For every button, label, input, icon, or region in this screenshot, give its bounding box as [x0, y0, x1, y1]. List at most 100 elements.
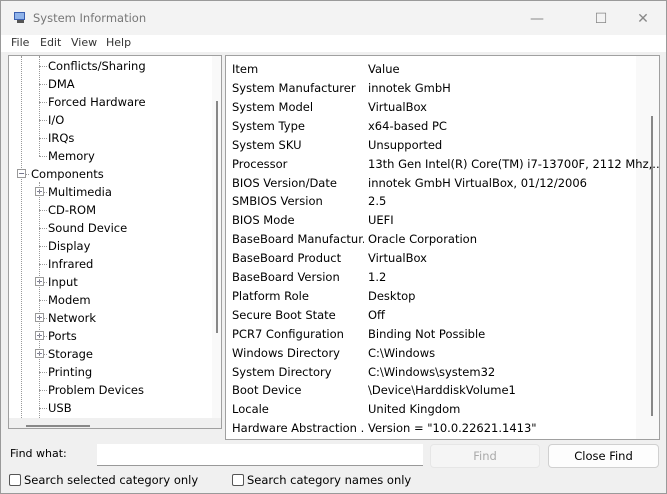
- table-row[interactable]: BIOS Mode UEFI: [226, 211, 636, 230]
- menu-edit[interactable]: Edit: [40, 36, 61, 49]
- tree-item[interactable]: CD-ROM: [48, 201, 96, 219]
- table-row[interactable]: Windows Directory C:\Windows: [226, 344, 636, 363]
- item-cell: Boot Device: [232, 383, 302, 398]
- item-cell: BaseBoard Product: [232, 251, 342, 266]
- item-cell: Locale: [232, 402, 269, 417]
- table-row[interactable]: Hardware Abstraction ... Version = "10.0.…: [226, 419, 636, 438]
- list-vertical-scrollbar[interactable]: [636, 56, 659, 439]
- tree-item[interactable]: Input: [48, 273, 78, 291]
- item-cell: System Manufacturer: [232, 81, 356, 95]
- tree-item[interactable]: Ports: [48, 327, 77, 345]
- value-cell: Version = "10.0.22621.1413": [368, 421, 537, 436]
- find-what-label: Find what:: [10, 447, 67, 460]
- tree-item[interactable]: Infrared: [48, 255, 93, 273]
- table-row[interactable]: System Manufacturer innotek GmbH: [226, 79, 636, 98]
- tree-vertical-scrollbar[interactable]: [212, 56, 221, 418]
- tree-item[interactable]: Problem Devices: [48, 381, 144, 399]
- item-cell: BaseBoard Version: [232, 270, 340, 284]
- value-cell: Binding Not Possible: [368, 326, 486, 341]
- title-bar: System Information — ☐ ✕: [1, 1, 666, 35]
- item-cell: Hardware Abstraction ...: [232, 421, 364, 436]
- table-row[interactable]: Platform Role Desktop: [226, 287, 636, 306]
- tree-item[interactable]: Sound Device: [48, 219, 127, 237]
- checkbox-label: Search selected category only: [24, 473, 199, 487]
- table-row[interactable]: BaseBoard Version 1.2: [226, 268, 636, 287]
- item-cell: BaseBoard Manufactur...: [232, 232, 364, 247]
- item-cell: BIOS Mode: [232, 213, 295, 228]
- tree-item[interactable]: DMA: [48, 75, 75, 93]
- search-category-names-checkbox[interactable]: Search category names only: [232, 473, 411, 488]
- value-cell: C:\Windows: [368, 345, 436, 360]
- value-cell: VirtualBox: [368, 251, 427, 266]
- tree-item[interactable]: IRQs: [48, 129, 74, 147]
- table-row[interactable]: PCR7 Configuration Binding Not Possible: [226, 325, 636, 344]
- tree-item[interactable]: Forced Hardware: [48, 93, 146, 111]
- table-row[interactable]: Locale United Kingdom: [226, 400, 636, 419]
- value-cell: Off: [368, 307, 385, 322]
- tree-item[interactable]: Display: [48, 237, 90, 255]
- item-cell: PCR7 Configuration: [232, 326, 344, 341]
- category-tree[interactable]: Conflicts/Sharing DMA Forced Hardware I/O IR…: [8, 55, 222, 429]
- maximize-icon: ☐: [594, 11, 608, 27]
- value-cell: Unsupported: [368, 137, 443, 152]
- table-row[interactable]: System Type x64-based PC: [226, 117, 636, 136]
- column-header-item[interactable]: Item: [232, 62, 258, 76]
- collapse-icon[interactable]: −: [17, 169, 26, 178]
- table-row[interactable]: System SKU Unsupported: [226, 136, 636, 155]
- table-row[interactable]: Processor 13th Gen Intel(R) Core(TM) i7-1…: [226, 155, 659, 174]
- tree-item[interactable]: Network: [48, 309, 96, 327]
- tree-horizontal-scrollbar[interactable]: [9, 418, 221, 428]
- close-button[interactable]: ✕: [621, 7, 665, 31]
- tree-item[interactable]: Multimedia: [48, 183, 112, 201]
- item-cell: BIOS Version/Date: [232, 175, 337, 190]
- close-find-button[interactable]: Close Find: [548, 444, 659, 468]
- tree-item[interactable]: Modem: [48, 291, 91, 309]
- value-cell: x64-based PC: [368, 118, 447, 133]
- table-row[interactable]: System Model VirtualBox: [226, 98, 636, 117]
- item-cell: Platform Role: [232, 288, 309, 303]
- table-row[interactable]: System Directory C:\Windows\system32: [226, 363, 636, 382]
- tree-item[interactable]: Printing: [48, 363, 92, 381]
- table-row[interactable]: Secure Boot State Off: [226, 306, 636, 325]
- item-cell: System SKU: [232, 137, 302, 152]
- value-cell: 1.2: [368, 270, 387, 284]
- minimize-button[interactable]: —: [515, 7, 559, 31]
- tree-item[interactable]: Storage: [48, 345, 93, 363]
- menu-file[interactable]: File: [11, 36, 29, 49]
- item-cell: System Type: [232, 118, 305, 133]
- tree-item[interactable]: Components: [31, 165, 104, 183]
- item-cell: System Directory: [232, 364, 332, 379]
- value-cell: United Kingdom: [368, 402, 461, 417]
- search-selected-category-checkbox[interactable]: Search selected category only: [9, 473, 198, 488]
- value-cell: innotek GmbH: [368, 81, 451, 95]
- value-cell: Oracle Corporation: [368, 232, 478, 247]
- minimize-icon: —: [530, 11, 544, 27]
- value-cell: Desktop: [368, 288, 416, 303]
- find-button[interactable]: Find: [430, 444, 540, 468]
- tree-item[interactable]: I/O: [48, 111, 64, 129]
- tree-hscroll-thumb[interactable]: [26, 425, 90, 427]
- tree-item[interactable]: Conflicts/Sharing: [48, 57, 146, 75]
- checkbox-icon: [232, 474, 244, 486]
- value-cell: 2.5: [368, 194, 387, 209]
- value-cell: VirtualBox: [368, 99, 427, 114]
- menu-help[interactable]: Help: [106, 36, 131, 49]
- column-header-value[interactable]: Value: [368, 62, 400, 76]
- tree-scroll-thumb[interactable]: [216, 101, 218, 333]
- table-row[interactable]: BIOS Version/Date innotek GmbH VirtualBox…: [226, 174, 636, 193]
- menu-view[interactable]: View: [71, 36, 97, 49]
- maximize-button[interactable]: ☐: [579, 7, 623, 31]
- table-row[interactable]: SMBIOS Version 2.5: [226, 192, 636, 211]
- system-information-icon: [14, 12, 25, 23]
- details-list[interactable]: Item Value System Manufacturer innotek Gm…: [225, 55, 660, 440]
- tree-item[interactable]: Memory: [48, 147, 95, 165]
- value-cell: 13th Gen Intel(R) Core(TM) i7-13700F, 21…: [368, 156, 660, 171]
- list-header: Item Value: [226, 56, 636, 80]
- table-row[interactable]: Boot Device \Device\HarddiskVolume1: [226, 381, 636, 400]
- find-what-input[interactable]: [97, 444, 423, 466]
- table-row[interactable]: BaseBoard Manufactur... Oracle Corporatio…: [226, 230, 636, 249]
- close-icon: ✕: [637, 11, 649, 27]
- item-cell: System Model: [232, 99, 314, 114]
- table-row[interactable]: BaseBoard Product VirtualBox: [226, 249, 636, 268]
- tree-item[interactable]: USB: [48, 399, 72, 417]
